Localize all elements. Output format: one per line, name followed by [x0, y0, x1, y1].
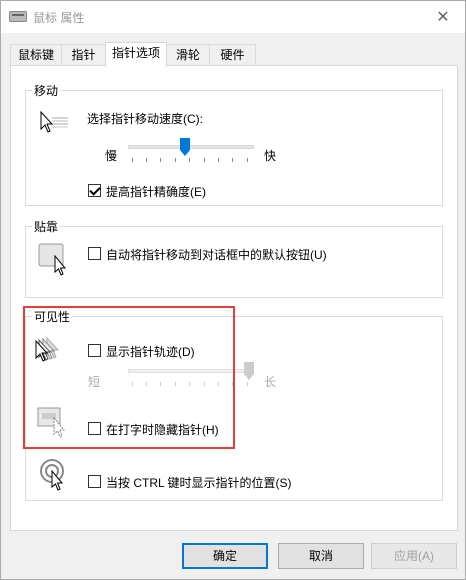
- hide-while-typing-checkbox[interactable]: [88, 422, 101, 435]
- motion-group-title: 移动: [32, 82, 61, 99]
- window-title: 鼠标 属性: [33, 11, 85, 25]
- speed-label: 选择指针移动速度(C):: [87, 112, 203, 126]
- trail-length-slider[interactable]: [128, 362, 254, 388]
- ok-button[interactable]: 确定: [182, 543, 268, 569]
- slider-tick: [160, 158, 161, 162]
- pointer-trails-checkbox[interactable]: [88, 344, 101, 357]
- tab-pointer-options[interactable]: 指针选项: [105, 42, 167, 67]
- hide-while-typing-label: 在打字时隐藏指针(H): [106, 423, 219, 437]
- snap-to-group-title: 贴靠: [32, 218, 61, 235]
- show-location-checkbox[interactable]: [88, 475, 101, 488]
- slider-tick: [189, 158, 190, 162]
- slider-tick: [204, 382, 205, 386]
- mouse-properties-window: 鼠标 属性 ✕ 鼠标键 指针 指针选项 滑轮 硬件 移动 选择指针移动速度(C)…: [0, 0, 466, 580]
- slider-tick: [189, 382, 190, 386]
- close-button[interactable]: ✕: [429, 5, 457, 29]
- show-location-label: 当按 CTRL 键时显示指针的位置(S): [106, 476, 292, 490]
- slider-tick: [232, 382, 233, 386]
- pointer-trails-label: 显示指针轨迹(D): [106, 345, 195, 359]
- slider-tick: [146, 158, 147, 162]
- visibility-group-title: 可见性: [32, 308, 73, 325]
- close-icon: ✕: [436, 9, 450, 26]
- slider-tick: [146, 382, 147, 386]
- pointer-speed-icon: [40, 110, 68, 133]
- snap-to-label: 自动将指针移动到对话框中的默认按钮(U): [106, 248, 327, 262]
- mouse-app-icon: [9, 11, 27, 22]
- trail-long-label: 长: [264, 375, 277, 389]
- show-location-icon: [40, 459, 64, 491]
- snap-to-checkbox[interactable]: [88, 247, 101, 260]
- trail-short-label: 短: [88, 375, 101, 389]
- trail-slider-thumb[interactable]: [244, 362, 254, 380]
- pointer-trails-icon: [35, 336, 60, 362]
- tab-panel: 移动 选择指针移动速度(C): 慢 快 提高指针精确度(E) 贴靠 自动将指针移…: [10, 65, 458, 531]
- slider-tick: [132, 382, 133, 386]
- slider-tick: [247, 382, 248, 386]
- precision-checkbox[interactable]: [88, 184, 101, 197]
- slider-tick: [175, 382, 176, 386]
- tab-hardware[interactable]: 硬件: [209, 44, 256, 66]
- slider-tick: [218, 382, 219, 386]
- apply-button[interactable]: 应用(A): [371, 543, 457, 569]
- slider-tick: [160, 382, 161, 386]
- tab-buttons[interactable]: 鼠标键: [10, 44, 62, 66]
- fast-label: 快: [264, 149, 277, 163]
- hide-while-typing-icon: [37, 407, 66, 438]
- slider-tick: [232, 158, 233, 162]
- cancel-button[interactable]: 取消: [278, 543, 364, 569]
- speed-slider[interactable]: [128, 138, 254, 164]
- slow-label: 慢: [105, 149, 118, 163]
- slider-tick: [132, 158, 133, 162]
- trail-slider-track: [128, 369, 254, 373]
- slider-tick: [175, 158, 176, 162]
- speed-slider-thumb[interactable]: [180, 138, 190, 156]
- tab-wheel[interactable]: 滑轮: [166, 44, 210, 66]
- slider-tick: [247, 158, 248, 162]
- precision-label: 提高指针精确度(E): [106, 185, 206, 199]
- snap-to-icon: [38, 243, 67, 276]
- title-bar: 鼠标 属性 ✕: [1, 1, 465, 33]
- slider-tick: [218, 158, 219, 162]
- speed-slider-track: [128, 145, 254, 149]
- tab-pointers[interactable]: 指针: [61, 44, 106, 66]
- slider-tick: [204, 158, 205, 162]
